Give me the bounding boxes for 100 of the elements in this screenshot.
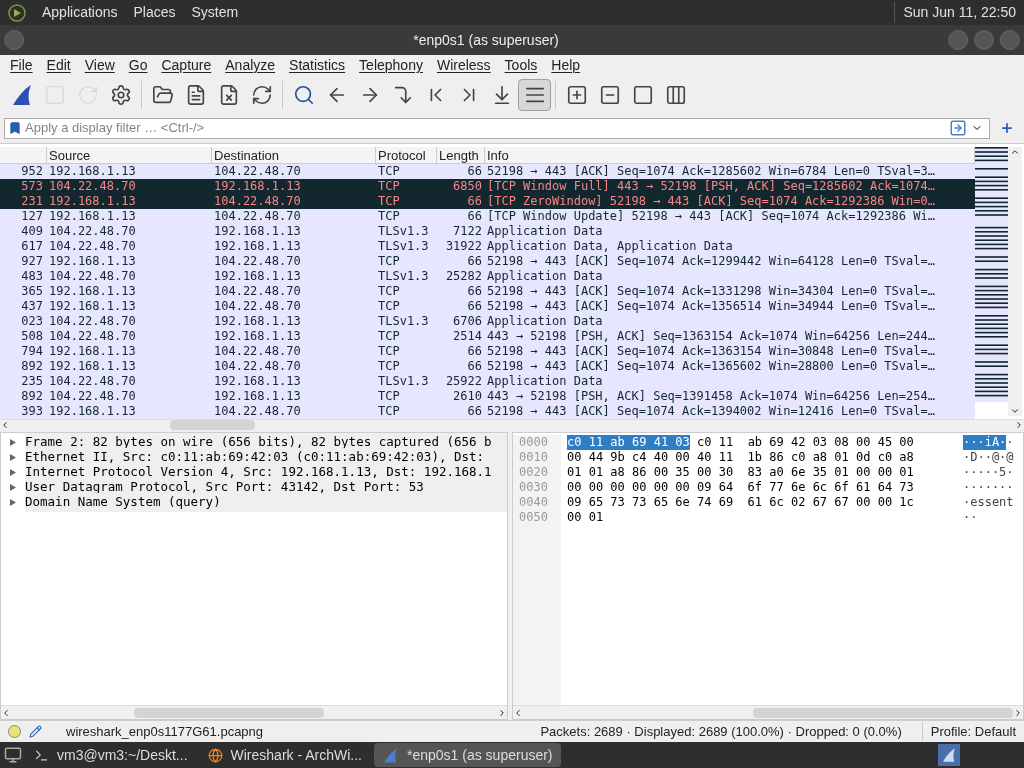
globe-icon [207,747,223,763]
menu-item[interactable]: Statistics [289,55,346,76]
column-header[interactable]: Source [47,147,212,163]
toolbar-button[interactable] [518,78,551,111]
packet-row[interactable]: 892 192.168.1.13 104.22.48.70 TCP 66 52198 → 443 [ACK] Seq=1074 Ack=1365602 Win=28800 Len=0 TSval=… [0,359,975,374]
vertical-scrollbar[interactable] [1008,147,1022,416]
scroll-right-icon [1014,420,1024,430]
tree-item[interactable]: Domain Name System (query) [1,495,507,510]
menu-item[interactable]: Analyze [225,55,276,76]
menu-item[interactable]: File [10,55,33,76]
table-cell-text: 192.168.1.13 [213,329,302,344]
table-cell-text: 192.168.1.13 [213,389,302,404]
table-cell-text: 2610 [452,389,483,404]
table-cell-text: 52198 → 443 [ACK] Seq=1074 Ack=1394002 Win=12416 Len=0 TSval=… [486,404,936,419]
menu-item[interactable]: View [84,55,115,76]
column-header[interactable]: Length [437,147,485,163]
table-cell-text: 66 [466,404,483,419]
play-logo-icon [8,3,26,22]
packet-row[interactable]: 927 192.168.1.13 104.22.48.70 TCP 66 52198 → 443 [ACK] Seq=1074 Ack=1299442 Win=64128 Len=0 TSval=… [0,254,975,269]
profile-label[interactable]: Profile: Default [921,721,1016,742]
packet-row[interactable]: 437 192.168.1.13 104.22.48.70 TCP 66 52198 → 443 [ACK] Seq=1074 Ack=1356514 Win=34944 Len=0 TSval=… [0,299,975,314]
hex-bytes: 00 00 00 00 00 00 09 64 6f 77 6e 6c 6f 61 64 73 [567,480,914,495]
table-cell-text: 192.168.1.13 [48,164,137,179]
menu-item[interactable]: Go [128,55,148,76]
packet-row[interactable]: 409 104.22.48.70 192.168.1.13 TLSv1.3 7122 Application Data [0,224,975,239]
table-cell-text: 104.22.48.70 [48,224,137,239]
selected-bytes[interactable]: c0 11 ab 69 41 03 [567,435,690,450]
packet-row[interactable]: 794 192.168.1.13 104.22.48.70 TCP 66 52198 → 443 [ACK] Seq=1074 Ack=1363154 Win=30848 Len=0 TSval=… [0,344,975,359]
packet-row[interactable]: 127 192.168.1.13 104.22.48.70 TCP 66 [TCP Window Update] 52198 → 443 [ACK] Seq=1074 Ack=1292386 Wi… [0,209,975,224]
horizontal-scrollbar[interactable] [0,419,1024,430]
menu-item[interactable]: Edit [46,55,71,76]
menu-item[interactable]: Telephony [359,55,423,76]
packet-row[interactable]: 231 192.168.1.13 104.22.48.70 TCP 66 [TCP ZeroWindow] 52198 → 443 [ACK] Seq=1074 Ack=1292386 Win=0… [0,194,975,209]
expand-arrow-icon[interactable] [10,454,16,461]
horizontal-scrollbar[interactable] [513,705,1023,719]
menu-item[interactable]: Help [551,55,581,76]
expand-arrow-icon[interactable] [10,499,16,506]
table-cell-text: 023 [20,314,44,329]
packet-row[interactable]: 508 104.22.48.70 192.168.1.13 TCP 2514 443 → 52198 [PSH, ACK] Seq=1363154 Ack=1074 Win=64256 Len=244… [0,329,975,344]
tray-app-button[interactable] [938,744,960,766]
column-header[interactable]: Destination [212,147,376,163]
table-cell-text: 52198 → 443 [ACK] Seq=1074 Ack=1356514 Win=34944 Len=0 TSval=… [486,299,936,314]
packet-row[interactable]: 235 104.22.48.70 192.168.1.13 TLSv1.3 25922 Application Data [0,374,975,389]
menu-item[interactable]: Capture [161,55,212,76]
horizontal-scrollbar[interactable] [1,705,507,719]
table-cell-text: TCP [377,284,401,299]
packet-row[interactable]: 365 192.168.1.13 104.22.48.70 TCP 66 52198 → 443 [ACK] Seq=1074 Ack=1331298 Win=34304 Len=0 TSval=… [0,284,975,299]
panel-menu[interactable]: Places [133,2,176,23]
table-cell-text: 104.22.48.70 [213,344,302,359]
table-cell-text: TLSv1.3 [377,314,430,329]
menu-item[interactable]: Wireless [436,55,491,76]
offset-label: 0010 [518,450,549,465]
offset-label: 0030 [518,480,549,495]
panel-menu[interactable]: System [191,2,239,23]
expand-arrow-icon[interactable] [10,439,16,446]
taskbar-button[interactable]: *enp0s1 (as superuser) [374,743,561,767]
pencil-icon[interactable] [29,725,42,738]
ascii-text: ·· [963,510,978,525]
table-cell-text: TCP [377,179,401,194]
table-cell-text: TLSv1.3 [377,374,430,389]
table-cell-text: 127 [20,209,44,224]
menu-item[interactable]: Tools [504,55,538,76]
add-filter-icon[interactable] [1000,121,1014,135]
packet-row[interactable]: 892 104.22.48.70 192.168.1.13 TCP 2610 443 → 52198 [PSH, ACK] Seq=1391458 Ack=1074 Win=64256 Len=254… [0,389,975,404]
show-desktop-icon[interactable] [4,746,22,764]
taskbar-button[interactable]: Wireshark - ArchWi... [199,743,370,767]
packet-row[interactable]: 952 192.168.1.13 104.22.48.70 TCP 66 52198 → 443 [ACK] Seq=1074 Ack=1285602 Win=6784 Len=0 TSval=3… [0,164,975,179]
table-cell-text: 235 [20,374,44,389]
expand-arrow-icon[interactable] [10,484,16,491]
panel-menu[interactable]: Applications [42,2,118,23]
table-cell-text: 31922 [444,239,483,254]
packet-row[interactable]: 573 104.22.48.70 192.168.1.13 TCP 6850 [TCP Window Full] 443 → 52198 [PSH, ACK] Seq=1285602 Ack=1074… [0,179,975,194]
table-cell-text: 6706 [452,314,483,329]
table-cell-text: 952 [20,164,44,179]
table-cell-text: 104.22.48.70 [213,284,302,299]
table-cell-text: Application Data [486,314,604,329]
table-cell-text: 192.168.1.13 [48,194,137,209]
status-led-icon[interactable] [8,725,21,738]
packet-row[interactable]: 483 104.22.48.70 192.168.1.13 TLSv1.3 25282 Application Data [0,269,975,284]
settings-icon [109,83,132,106]
table-cell-text: 483 [20,269,44,284]
table-cell-text: 104.22.48.70 [213,254,302,269]
table-cell-text: 365 [20,284,44,299]
table-cell-text: TCP [377,209,401,224]
packet-row[interactable]: 393 192.168.1.13 104.22.48.70 TCP 66 52198 → 443 [ACK] Seq=1074 Ack=1394002 Win=12416 Len=0 TSval=… [0,404,975,419]
table-cell-text: TCP [377,359,401,374]
table-cell-text: 104.22.48.70 [48,389,137,404]
table-cell-text: 104.22.48.70 [213,404,302,419]
table-cell-text: 25282 [444,269,483,284]
column-header[interactable]: Protocol [376,147,437,163]
table-cell-text: 617 [20,239,44,254]
packet-row[interactable]: 023 104.22.48.70 192.168.1.13 TLSv1.3 6706 Application Data [0,314,975,329]
table-cell-text: [TCP Window Update] 52198 → 443 [ACK] Seq=1074 Ack=1292386 Wi… [486,209,936,224]
table-cell-text: 443 → 52198 [PSH, ACK] Seq=1363154 Ack=1074 Win=64256 Len=244… [486,329,936,344]
table-cell-text: 192.168.1.13 [48,359,137,374]
expand-arrow-icon[interactable] [10,469,16,476]
taskbar-button[interactable]: vm3@vm3:~/Deskt... [26,743,196,767]
table-cell-text: 892 [20,359,44,374]
packet-row[interactable]: 617 104.22.48.70 192.168.1.13 TLSv1.3 31922 Application Data, Application Data [0,239,975,254]
selected-ascii[interactable]: ···iA· [963,435,1007,450]
